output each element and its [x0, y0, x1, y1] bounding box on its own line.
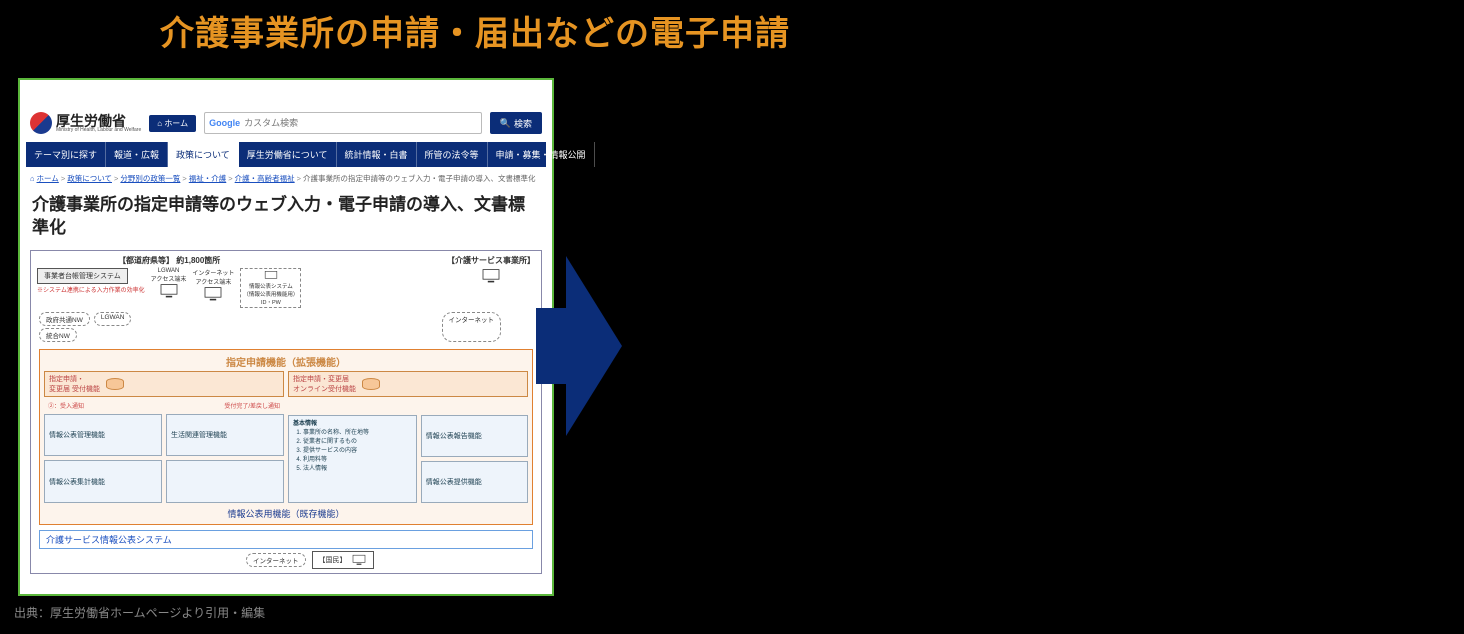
- function-cell: 情報公表管理機能: [44, 414, 162, 457]
- search-button[interactable]: 🔍 検索: [490, 112, 542, 134]
- basic-info-cell: 基本情報 事業所の名称、所在地等従業者に関するもの提供サービスの内容利用料等法人…: [288, 415, 417, 503]
- search-icon: 🔍: [500, 118, 511, 129]
- right-arrow-icon: [566, 256, 622, 436]
- ministry-name-jp: 厚生労働省: [56, 114, 141, 128]
- db-icon: [362, 378, 380, 390]
- cloud-internet-bottom: インターネット: [246, 553, 306, 567]
- nav-tab[interactable]: 厚生労働省について: [239, 142, 337, 167]
- basic-info-item: 利用料等: [303, 454, 412, 463]
- service-office-header: 【介護サービス事業所】: [447, 255, 535, 266]
- breadcrumb-link[interactable]: 介護・高齢者福祉: [235, 173, 295, 184]
- search-box[interactable]: Google: [204, 112, 482, 134]
- search-button-label: 検索: [514, 117, 532, 130]
- nav-tab-active[interactable]: 政策について: [168, 142, 239, 167]
- accept-function-left: 指定申請・ 変更届 受付機能: [44, 371, 284, 397]
- internet-terminal: インターネット アクセス端末: [192, 268, 234, 302]
- application-function-panel: 指定申請機能（拡張機能） 指定申請・ 変更届 受付機能 ②：受入通知 受付完了/…: [39, 349, 533, 525]
- system-diagram: 【都道府県等】 約1,800箇所 事業者台帳管理システム ※システム連携による入…: [30, 250, 542, 574]
- function-cell: [166, 460, 284, 503]
- nav-tab[interactable]: 報道・広報: [106, 142, 168, 167]
- breadcrumb-tail: 介護事業所の指定申請等のウェブ入力・電子申請の導入、文書標準化: [303, 173, 536, 184]
- site-header: 厚生労働省 Ministry of Health, Labour and Wel…: [26, 112, 546, 138]
- breadcrumb: ⌂ ホーム> 政策について> 分野別の政策一覧> 福祉・介護> 介護・高齢者福祉…: [26, 167, 546, 190]
- ledger-note: ※システム連携による入力作業の効率化: [37, 285, 145, 294]
- nav-tab[interactable]: 申請・募集・情報公開: [488, 142, 595, 167]
- home-icon: ⌂: [30, 174, 35, 183]
- breadcrumb-link[interactable]: ホーム: [37, 173, 59, 184]
- flow-label: ②：受入通知: [48, 401, 84, 410]
- function-cell: 情報公表報告機能: [421, 415, 528, 457]
- search-input[interactable]: [244, 118, 481, 128]
- website-screenshot: 厚生労働省 Ministry of Health, Labour and Wel…: [18, 78, 554, 596]
- nav-tab[interactable]: テーマ別に探す: [26, 142, 106, 167]
- flow-label: 受付完了/差戻し通知: [224, 401, 280, 410]
- basic-info-item: 従業者に関するもの: [303, 436, 412, 445]
- main-nav: テーマ別に探す 報道・広報 政策について 厚生労働省について 統計情報・白書 所…: [26, 142, 546, 167]
- source-note: 出典：厚生労働省ホームページより引用・編集: [14, 604, 265, 621]
- cloud-internet: インターネット: [442, 312, 502, 342]
- db-icon: [106, 378, 124, 390]
- ministry-name-en: Ministry of Health, Labour and Welfare: [56, 128, 141, 133]
- nav-tab[interactable]: 所管の法令等: [417, 142, 488, 167]
- home-label: ホーム: [164, 119, 188, 128]
- info-system-terminal: 情報公表システム （情報公表用機能用） ID・PW: [240, 268, 301, 308]
- home-button[interactable]: ⌂ ホーム: [149, 115, 196, 132]
- basic-info-item: 法人情報: [303, 463, 412, 472]
- slide-title: 介護事業所の申請・届出などの電子申請: [160, 6, 790, 55]
- accept-function-right: 指定申請・変更届 オンライン受付機能: [288, 371, 528, 397]
- basic-info-item: 事業所の名称、所在地等: [303, 427, 412, 436]
- service-office-terminal: [481, 268, 501, 284]
- breadcrumb-link[interactable]: 福祉・介護: [189, 173, 227, 184]
- application-function-title: 指定申請機能（拡張機能）: [44, 354, 528, 369]
- basic-info-item: 提供サービスの内容: [303, 445, 412, 454]
- google-logo: Google: [205, 118, 244, 128]
- function-cell: 情報公表提供機能: [421, 461, 528, 503]
- cloud-gov: 政府共通NW: [39, 312, 90, 326]
- lgwan-terminal: LGWAN アクセス端末: [151, 268, 187, 299]
- cloud-lgwan: LGWAN: [94, 312, 132, 326]
- storage-function-title: 情報公表用機能（既存機能）: [44, 507, 528, 520]
- breadcrumb-link[interactable]: 分野別の政策一覧: [120, 173, 180, 184]
- home-icon: ⌂: [157, 119, 162, 128]
- nav-tab[interactable]: 統計情報・白書: [337, 142, 417, 167]
- breadcrumb-link[interactable]: 政策について: [67, 173, 112, 184]
- ministry-logo: 厚生労働省 Ministry of Health, Labour and Wel…: [30, 112, 141, 134]
- function-cell: 生活関連管理機能: [166, 414, 284, 457]
- public-info-system-band: 介護サービス情報公表システム: [39, 530, 533, 549]
- function-cell: 情報公表集計機能: [44, 460, 162, 503]
- mhlw-logo-icon: [30, 112, 52, 134]
- cloud-togo: 統合NW: [39, 328, 77, 342]
- page-title: 介護事業所の指定申請等のウェブ入力・電子申請の導入、文書標準化: [26, 190, 546, 250]
- prefecture-header: 【都道府県等】 約1,800箇所: [118, 255, 220, 266]
- ledger-system-box: 事業者台帳管理システム: [37, 268, 128, 284]
- citizen-box: 【国民】: [312, 551, 374, 569]
